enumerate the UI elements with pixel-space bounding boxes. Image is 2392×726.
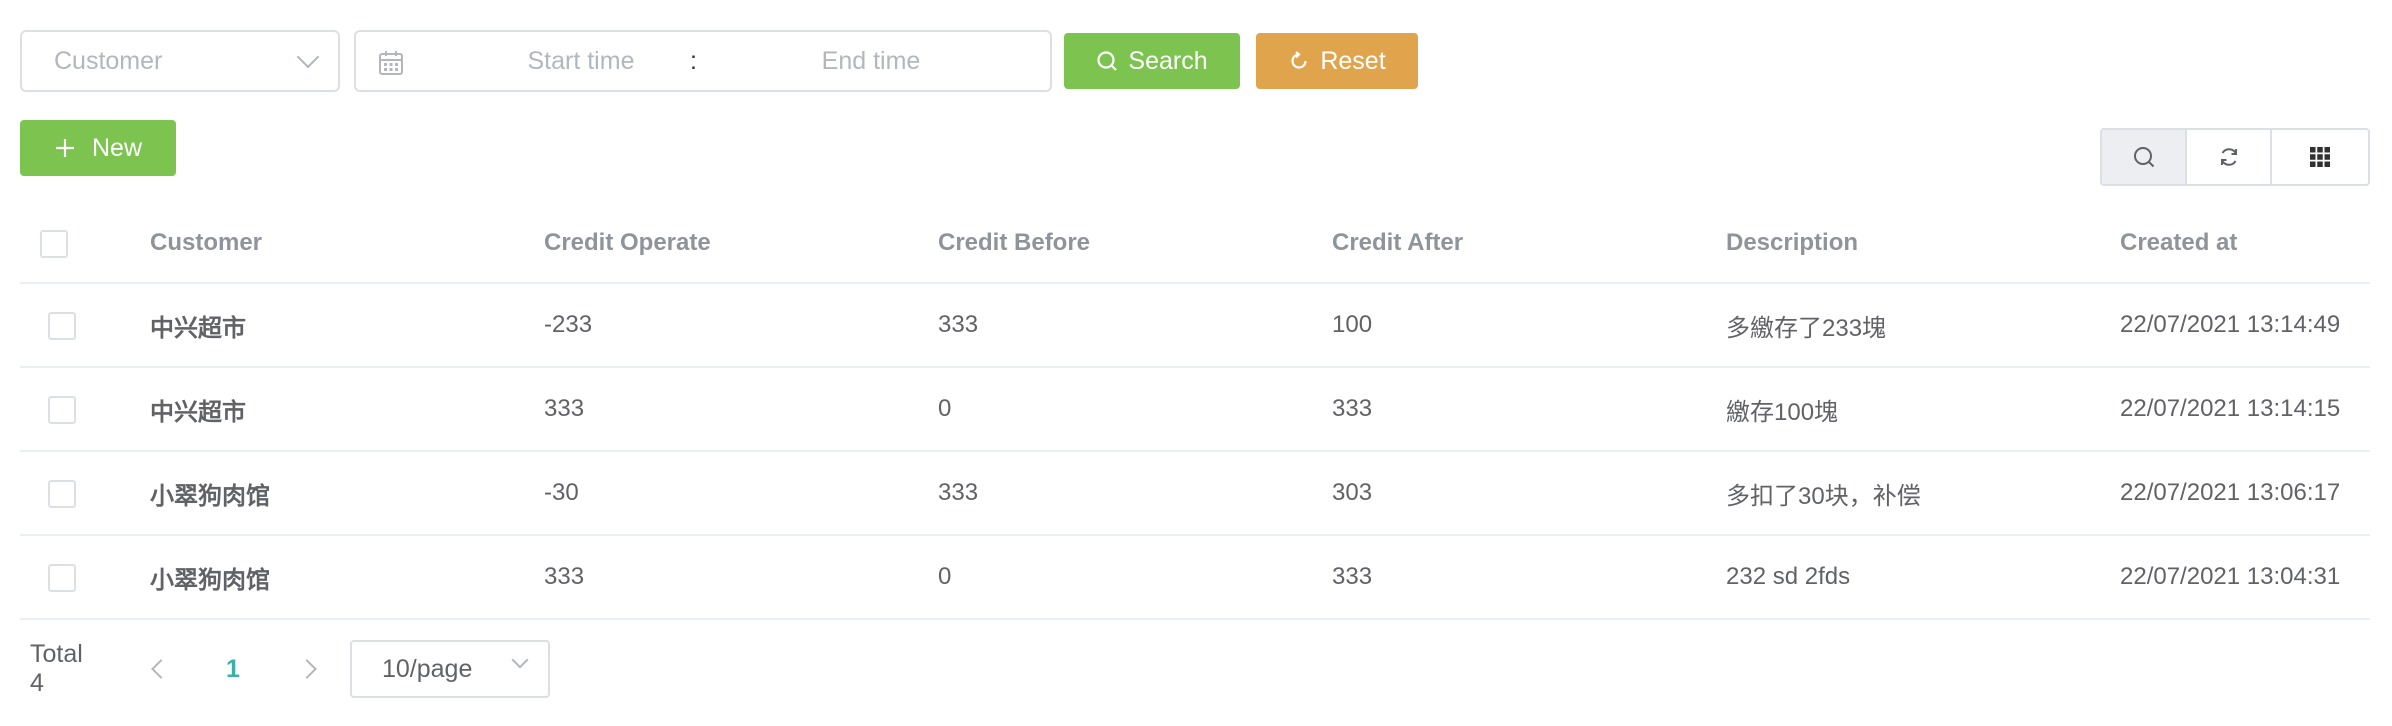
table-row[interactable]: 小翠狗肉馆 333 0 333 232 sd 2fds 22/07/2021 1…: [20, 536, 2370, 620]
chevron-down-icon: [296, 45, 320, 69]
cell-credit-after: 303: [1332, 479, 1373, 506]
new-button-label: New: [91, 133, 142, 162]
cell-customer: 小翠狗肉馆: [150, 566, 270, 594]
table-row[interactable]: 小翠狗肉馆 -30 333 303 多扣了30块，补偿 22/07/2021 1…: [20, 452, 2370, 536]
cell-created-at: 22/07/2021 13:04:31: [2120, 563, 2341, 590]
cell-credit-before: 333: [938, 479, 979, 506]
cell-created-at: 22/07/2021 13:14:15: [2120, 395, 2341, 422]
end-time-input[interactable]: End time: [736, 47, 1006, 76]
table-header-row: Customer Credit Operate Credit Before Cr…: [20, 204, 2370, 284]
column-header-credit-before[interactable]: Credit Before: [938, 204, 1090, 282]
grid-columns-icon: [2310, 147, 2331, 167]
cell-credit-after: 100: [1332, 311, 1373, 338]
cell-description: 多扣了30块，补偿: [1726, 482, 1921, 510]
reset-button[interactable]: Reset: [1256, 33, 1418, 89]
column-header-customer[interactable]: Customer: [150, 204, 262, 282]
search-icon: [1097, 51, 1118, 71]
cell-credit-operate: -30: [544, 479, 579, 506]
refresh-icon: [1291, 51, 1307, 69]
toggle-search-button[interactable]: [2102, 130, 2188, 184]
date-range-picker[interactable]: Start time : End time: [354, 30, 1052, 92]
cell-created-at: 22/07/2021 13:14:49: [2120, 311, 2341, 338]
column-header-credit-after[interactable]: Credit After: [1332, 204, 1463, 282]
cell-credit-after: 333: [1332, 395, 1373, 422]
search-icon: [2133, 147, 2154, 168]
customer-select[interactable]: Customer: [20, 30, 340, 92]
row-checkbox[interactable]: [48, 312, 76, 340]
credit-history-table: Customer Credit Operate Credit Before Cr…: [20, 204, 2370, 620]
pagination-total: Total 4: [30, 640, 83, 697]
column-header-created-at[interactable]: Created at: [2120, 204, 2237, 282]
row-checkbox[interactable]: [48, 396, 76, 424]
cell-customer: 小翠狗肉馆: [150, 482, 270, 510]
reset-button-label: Reset: [1320, 46, 1386, 75]
select-all-checkbox[interactable]: [40, 230, 68, 258]
plus-icon: [55, 139, 74, 157]
row-checkbox[interactable]: [48, 564, 76, 592]
cell-credit-operate: 333: [544, 563, 585, 590]
page-number-current[interactable]: 1: [226, 655, 240, 684]
column-header-credit-operate[interactable]: Credit Operate: [544, 204, 711, 282]
refresh-button[interactable]: [2187, 130, 2273, 184]
page-size-select[interactable]: 10/page: [350, 640, 550, 698]
customer-select-placeholder: Customer: [54, 46, 163, 75]
chevron-right-icon[interactable]: [297, 659, 317, 679]
table-tools: [2100, 128, 2370, 186]
cell-created-at: 22/07/2021 13:06:17: [2120, 479, 2341, 506]
table-row[interactable]: 中兴超市 333 0 333 繳存100塊 22/07/2021 13:14:1…: [20, 368, 2370, 452]
cell-customer: 中兴超市: [150, 398, 246, 426]
cell-description: 232 sd 2fds: [1726, 563, 1851, 590]
cell-customer: 中兴超市: [150, 314, 246, 342]
cell-credit-before: 0: [938, 563, 952, 590]
new-button[interactable]: New: [20, 120, 176, 176]
start-time-input[interactable]: Start time: [446, 47, 716, 76]
cell-credit-operate: 333: [544, 395, 585, 422]
page-size-value: 10/page: [382, 654, 473, 683]
search-button[interactable]: Search: [1064, 33, 1240, 89]
refresh-icon: [2220, 148, 2237, 166]
date-range-separator: :: [690, 46, 697, 75]
table-row[interactable]: 中兴超市 -233 333 100 多繳存了233塊 22/07/2021 13…: [20, 284, 2370, 368]
cell-credit-after: 333: [1332, 563, 1373, 590]
calendar-icon: [379, 51, 403, 75]
columns-button[interactable]: [2272, 130, 2368, 184]
chevron-left-icon[interactable]: [151, 659, 171, 679]
cell-credit-operate: -233: [544, 311, 593, 338]
cell-credit-before: 333: [938, 311, 979, 338]
cell-description: 多繳存了233塊: [1726, 314, 1887, 342]
search-button-label: Search: [1128, 46, 1208, 75]
filter-bar: Customer Start time : End time Search Re…: [20, 30, 1418, 92]
column-header-description[interactable]: Description: [1726, 204, 1858, 282]
cell-description: 繳存100塊: [1726, 398, 1839, 426]
chevron-down-icon: [511, 651, 529, 669]
row-checkbox[interactable]: [48, 480, 76, 508]
cell-credit-before: 0: [938, 395, 952, 422]
